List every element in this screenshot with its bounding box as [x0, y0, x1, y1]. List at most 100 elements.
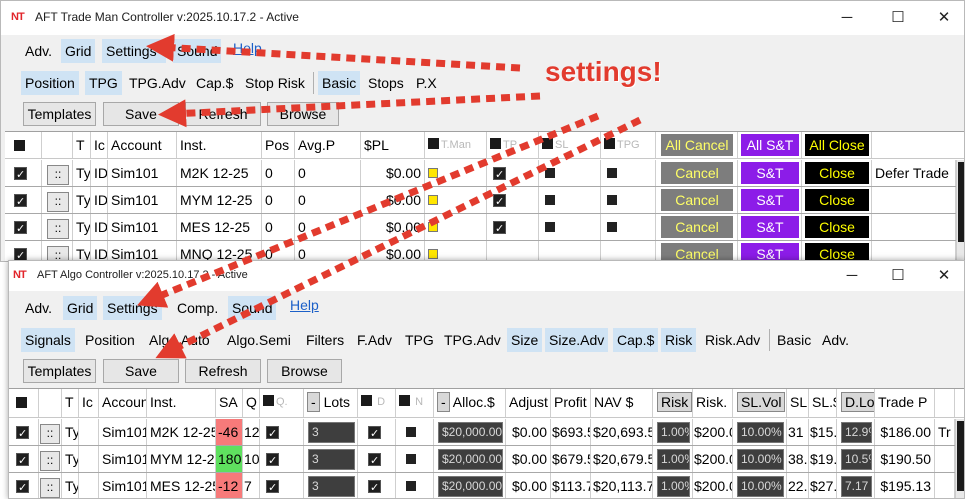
refresh-button[interactable]: Refresh — [185, 102, 261, 126]
slvol-input[interactable]: 10.00% — [737, 449, 784, 470]
header-pos[interactable]: Pos — [262, 132, 295, 158]
tab-px[interactable]: P.X — [412, 71, 441, 95]
table-row[interactable]: :: Ty Sim101 M2K 12-25 -46 12 3 $20,000.… — [9, 419, 964, 446]
drag-handle-icon[interactable]: :: — [40, 478, 60, 498]
templates-button[interactable]: Templates — [23, 359, 96, 383]
tab-tpg[interactable]: TPG — [85, 71, 122, 95]
table-row[interactable]: :: Ty ID Sim101 MES 12-25 0 0 $0.00 Canc… — [5, 214, 964, 241]
tman-toggle[interactable] — [428, 195, 438, 205]
all-st-button[interactable]: All S&T — [741, 134, 799, 156]
table-row[interactable]: :: Ty ID Sim101 MYM 12-25 0 0 $0.00 Canc… — [5, 187, 964, 214]
tab-signals[interactable]: Signals — [21, 328, 75, 352]
header-account[interactable]: Account — [99, 389, 147, 417]
tab-tpg[interactable]: TPG — [401, 328, 438, 352]
table-row[interactable]: :: Ty ID Sim101 MNQ 12-25 0 0 $0.00 Canc… — [5, 241, 964, 261]
tab-tpg-adv[interactable]: TPG.Adv — [440, 328, 505, 352]
table-row[interactable]: :: Ty Sim101 MES 12-25 -12 7 3 $20,000.0… — [9, 473, 964, 498]
alloc-collapse-button[interactable]: - — [437, 392, 450, 412]
slvol-input[interactable]: 10.00% — [737, 422, 784, 443]
cancel-button[interactable]: Cancel — [661, 216, 733, 238]
tman-toggle[interactable] — [428, 222, 438, 232]
help-link[interactable]: Help — [286, 296, 323, 320]
header-select-all[interactable] — [9, 389, 39, 417]
alloc-input[interactable]: $20,000.00 — [438, 449, 503, 470]
tab-size[interactable]: Size — [507, 328, 543, 352]
lots-input[interactable]: 3 — [308, 449, 355, 470]
st-button[interactable]: S&T — [741, 162, 799, 184]
alloc-input[interactable]: $20,000.00 — [438, 476, 503, 497]
lots-input[interactable]: 3 — [308, 422, 355, 443]
tab-adv[interactable]: Adv. — [21, 39, 56, 63]
tab-position[interactable]: Position — [21, 71, 79, 95]
header-account[interactable]: Account — [108, 132, 177, 158]
header-select-all[interactable] — [5, 132, 42, 158]
tp-checkbox[interactable] — [493, 216, 506, 240]
tab-settings[interactable]: Settings — [103, 296, 162, 320]
tab-adv-2[interactable]: Adv. — [818, 328, 853, 352]
tab-cap[interactable]: Cap.$ — [613, 328, 659, 352]
header-dlo[interactable]: D.Lo — [837, 389, 875, 417]
risk-input[interactable]: 1.00% — [657, 449, 690, 470]
header-trade[interactable]: Trade P — [875, 389, 935, 417]
close-button[interactable]: Close — [805, 162, 869, 184]
close-icon[interactable]: ✕ — [921, 5, 964, 31]
header-sl[interactable]: SL — [539, 132, 601, 158]
tab-sound[interactable]: Sound — [173, 39, 222, 63]
drag-handle-icon[interactable]: :: — [40, 451, 60, 471]
lots-input[interactable]: 3 — [308, 476, 355, 497]
header-alloc[interactable]: - Alloc.$ — [434, 389, 506, 417]
st-button[interactable]: S&T — [741, 189, 799, 211]
refresh-button[interactable]: Refresh — [185, 359, 261, 383]
tab-algo-auto[interactable]: Algo.Auto — [145, 328, 215, 352]
sl-checkbox[interactable] — [545, 222, 555, 232]
tab-grid[interactable]: Grid — [63, 296, 98, 320]
row-checkbox[interactable] — [14, 189, 27, 213]
dlo-input[interactable]: 10.5% — [841, 449, 872, 470]
q-checkbox[interactable] — [266, 421, 279, 445]
tab-stops[interactable]: Stops — [364, 71, 408, 95]
header-lots[interactable]: - Lots — [304, 389, 358, 417]
help-link[interactable]: Help — [229, 39, 266, 63]
vertical-scrollbar[interactable] — [955, 419, 964, 498]
maximize-icon[interactable]: ☐ — [875, 263, 921, 289]
header-q[interactable]: Q — [243, 389, 260, 417]
row-checkbox[interactable] — [16, 448, 29, 472]
header-sa[interactable]: SA — [216, 389, 243, 417]
tab-f-adv[interactable]: F.Adv — [353, 328, 396, 352]
slvol-input[interactable]: 10.00% — [737, 476, 784, 497]
save-button[interactable]: Save — [103, 359, 179, 383]
dlo-input[interactable]: 7.17 — [841, 476, 872, 497]
all-cancel-button[interactable]: All Cancel — [661, 134, 733, 156]
defer-trade-cell[interactable]: Defer Trade — [872, 160, 956, 186]
tab-filters[interactable]: Filters — [302, 328, 348, 352]
drag-handle-icon[interactable]: :: — [47, 192, 69, 212]
cancel-button[interactable]: Cancel — [661, 162, 733, 184]
header-adjust[interactable]: Adjust — [506, 389, 551, 417]
header-ic[interactable]: Ic — [91, 132, 108, 158]
tab-cap[interactable]: Cap.$ — [192, 71, 237, 95]
header-slvol[interactable]: SL.Vol — [733, 389, 787, 417]
n-checkbox[interactable] — [406, 481, 416, 491]
d-checkbox[interactable] — [368, 448, 381, 472]
drag-handle-icon[interactable]: :: — [47, 219, 69, 239]
tpg-checkbox[interactable] — [607, 222, 617, 232]
tab-tpg-adv[interactable]: TPG.Adv — [125, 71, 190, 95]
tab-sound[interactable]: Sound — [228, 296, 277, 320]
tpg-checkbox[interactable] — [607, 168, 617, 178]
maximize-icon[interactable]: ☐ — [875, 5, 921, 31]
risk-input[interactable]: 1.00% — [657, 476, 690, 497]
browse-button[interactable]: Browse — [267, 359, 342, 383]
risk-input[interactable]: 1.00% — [657, 422, 690, 443]
tab-grid[interactable]: Grid — [61, 39, 96, 63]
header-inst[interactable]: Inst. — [177, 132, 262, 158]
scrollbar-thumb[interactable] — [958, 162, 964, 242]
drag-handle-icon[interactable]: :: — [40, 424, 60, 444]
tab-comp[interactable]: Comp. — [173, 296, 222, 320]
all-close-button[interactable]: All Close — [805, 134, 869, 156]
d-checkbox[interactable] — [368, 475, 381, 498]
header-sl[interactable]: SL — [787, 389, 809, 417]
tab-basic[interactable]: Basic — [318, 71, 361, 95]
alloc-input[interactable]: $20,000.00 — [438, 422, 503, 443]
tp-checkbox[interactable] — [493, 162, 506, 186]
table-row[interactable]: :: Ty ID Sim101 M2K 12-25 0 0 $0.00 Canc… — [5, 160, 964, 187]
